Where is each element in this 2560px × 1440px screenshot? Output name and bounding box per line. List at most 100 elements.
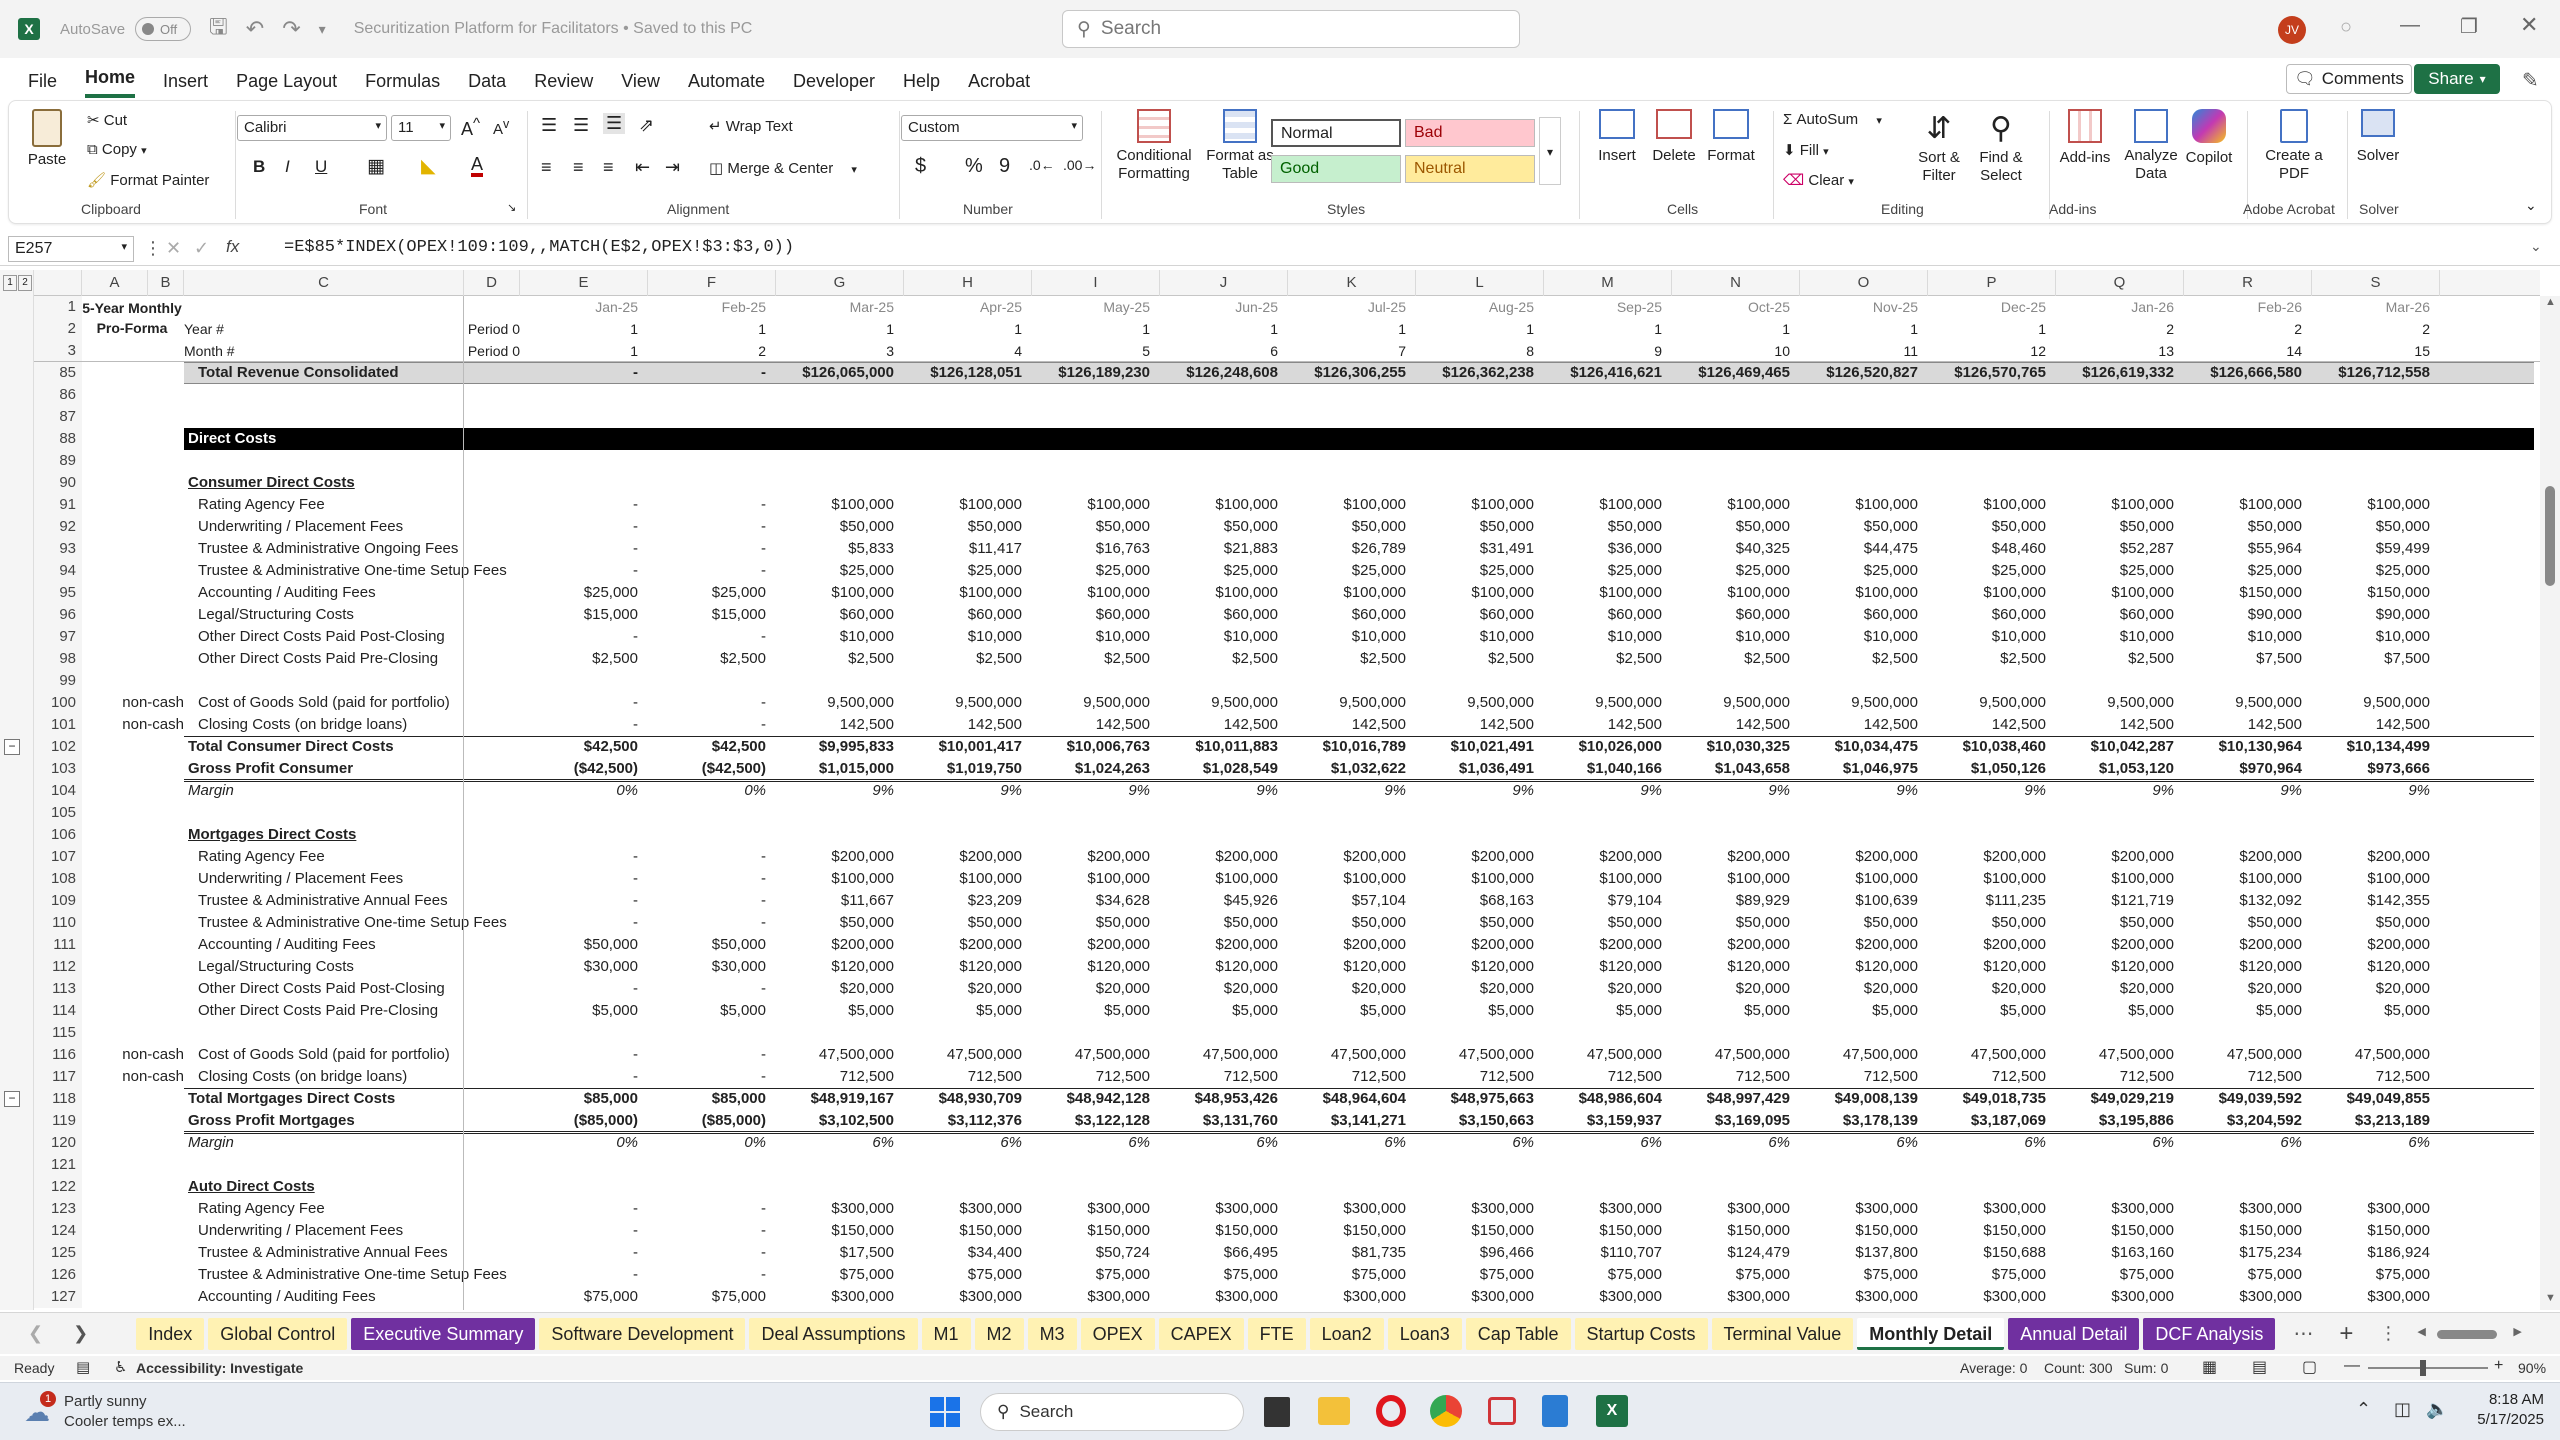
value-cell[interactable]: $100,000 xyxy=(904,868,1032,890)
styles-more-icon[interactable]: ▾ xyxy=(1539,117,1561,185)
orientation-icon[interactable]: ⇗ xyxy=(639,115,654,136)
period-value[interactable]: 1 xyxy=(776,318,904,340)
date-header[interactable]: Aug-25 xyxy=(1416,296,1544,318)
value-cell[interactable]: $50,000 xyxy=(1800,516,1928,538)
value-cell[interactable]: 47,500,000 xyxy=(1032,1044,1160,1066)
value-cell[interactable]: $16,763 xyxy=(1032,538,1160,560)
undo-icon[interactable]: ↶ xyxy=(246,16,264,42)
value-cell[interactable]: $3,187,069 xyxy=(1928,1110,2056,1132)
value-cell[interactable]: $3,141,271 xyxy=(1288,1110,1416,1132)
value-cell[interactable]: $17,500 xyxy=(776,1242,904,1264)
menu-home[interactable]: Home xyxy=(85,67,136,98)
value-cell[interactable]: $200,000 xyxy=(2056,934,2184,956)
value-cell[interactable]: $11,667 xyxy=(776,890,904,912)
value-cell[interactable]: $300,000 xyxy=(2312,1198,2440,1220)
value-cell[interactable]: $20,000 xyxy=(904,978,1032,1000)
row-label[interactable]: Other Direct Costs Paid Post-Closing xyxy=(184,626,464,648)
number-format-select[interactable]: Custom ▾ xyxy=(901,115,1083,141)
row-header[interactable]: 3 xyxy=(34,340,82,362)
period-value[interactable]: 4 xyxy=(904,340,1032,362)
scroll-thumb[interactable] xyxy=(2545,486,2555,586)
value-cell[interactable]: $50,000 xyxy=(1928,912,2056,934)
value-cell[interactable]: $48,964,604 xyxy=(1288,1088,1416,1110)
value-cell[interactable]: $100,000 xyxy=(1672,494,1800,516)
value-cell[interactable]: $150,000 xyxy=(2184,1220,2312,1242)
value-cell[interactable]: $48,930,709 xyxy=(904,1088,1032,1110)
collapse-ribbon-icon[interactable]: ✎ xyxy=(2522,68,2539,93)
period-value[interactable]: 2 xyxy=(2056,318,2184,340)
value-cell[interactable]: $200,000 xyxy=(1544,934,1672,956)
normal-view-icon[interactable]: ▦ xyxy=(2202,1357,2217,1377)
value-cell[interactable]: $50,000 xyxy=(776,516,904,538)
value-cell[interactable]: 712,500 xyxy=(1928,1066,2056,1088)
value-cell[interactable]: $20,000 xyxy=(1160,978,1288,1000)
value-cell[interactable]: $200,000 xyxy=(2056,846,2184,868)
period-value[interactable]: 2 xyxy=(2312,318,2440,340)
row-header[interactable]: 116 xyxy=(34,1044,82,1066)
value-cell[interactable]: $20,000 xyxy=(2312,978,2440,1000)
value-cell[interactable]: 47,500,000 xyxy=(1672,1044,1800,1066)
row-label[interactable]: Closing Costs (on bridge loans) xyxy=(184,714,464,736)
sheet-tab-m2[interactable]: M2 xyxy=(974,1317,1024,1350)
value-cell[interactable]: $48,986,604 xyxy=(1544,1088,1672,1110)
value-cell[interactable]: - xyxy=(648,912,776,934)
value-cell[interactable]: $30,000 xyxy=(648,956,776,978)
solver-button[interactable]: Solver xyxy=(2351,109,2405,164)
value-cell[interactable]: $2,500 xyxy=(1032,648,1160,670)
sheet-tab-dcf-analysis[interactable]: DCF Analysis xyxy=(2143,1317,2276,1350)
value-cell[interactable]: $7,500 xyxy=(2184,648,2312,670)
value-cell[interactable]: - xyxy=(520,1264,648,1286)
addins-button[interactable]: Add-ins xyxy=(2055,109,2115,166)
copilot-button[interactable]: Copilot xyxy=(2179,109,2239,166)
value-cell[interactable]: $5,000 xyxy=(1928,1000,2056,1022)
value-cell[interactable]: 6% xyxy=(1416,1132,1544,1154)
outline-level-2-button[interactable]: 2 xyxy=(18,275,32,291)
value-cell[interactable]: $5,000 xyxy=(648,1000,776,1022)
value-cell[interactable]: $120,000 xyxy=(776,956,904,978)
value-cell[interactable]: $10,000 xyxy=(1416,626,1544,648)
sheet-tab-monthly-detail[interactable]: Monthly Detail xyxy=(1857,1317,2005,1350)
value-cell[interactable]: $1,040,166 xyxy=(1544,758,1672,780)
value-cell[interactable]: $66,495 xyxy=(1160,1242,1288,1264)
value-cell[interactable]: $120,000 xyxy=(1928,956,2056,978)
value-cell[interactable]: $81,735 xyxy=(1288,1242,1416,1264)
delete-cells-button[interactable]: Delete xyxy=(1649,109,1699,164)
value-cell[interactable]: $120,000 xyxy=(1544,956,1672,978)
value-cell[interactable]: $75,000 xyxy=(1032,1264,1160,1286)
value-cell[interactable]: $100,000 xyxy=(1288,582,1416,604)
borders-icon[interactable]: ▦ xyxy=(367,155,385,178)
row-header[interactable]: 99 xyxy=(34,670,82,692)
row-header[interactable]: 87 xyxy=(34,406,82,428)
value-cell[interactable]: $200,000 xyxy=(776,846,904,868)
zoom-slider-thumb[interactable] xyxy=(2420,1360,2426,1376)
value-cell[interactable]: $48,997,429 xyxy=(1672,1088,1800,1110)
value-cell[interactable]: 6% xyxy=(2184,1132,2312,1154)
value-cell[interactable]: $25,000 xyxy=(1928,560,2056,582)
value-cell[interactable]: 47,500,000 xyxy=(904,1044,1032,1066)
row-label[interactable]: Other Direct Costs Paid Pre-Closing xyxy=(184,1000,464,1022)
value-cell[interactable]: $200,000 xyxy=(904,934,1032,956)
period-value[interactable]: 8 xyxy=(1416,340,1544,362)
value-cell[interactable]: $100,000 xyxy=(2056,494,2184,516)
value-cell[interactable]: $1,043,658 xyxy=(1672,758,1800,780)
value-cell[interactable]: $50,724 xyxy=(1032,1242,1160,1264)
date-header[interactable]: Dec-25 xyxy=(1928,296,2056,318)
value-cell[interactable]: $2,500 xyxy=(776,648,904,670)
value-cell[interactable]: $3,122,128 xyxy=(1032,1110,1160,1132)
value-cell[interactable]: $300,000 xyxy=(2056,1198,2184,1220)
value-cell[interactable]: $21,883 xyxy=(1160,538,1288,560)
value-cell[interactable]: 142,500 xyxy=(2056,714,2184,736)
value-cell[interactable]: $60,000 xyxy=(2056,604,2184,626)
value-cell[interactable]: - xyxy=(648,516,776,538)
value-cell[interactable]: $1,015,000 xyxy=(776,758,904,780)
value-cell[interactable]: 9,500,000 xyxy=(1544,692,1672,714)
value-cell[interactable]: $300,000 xyxy=(1160,1286,1288,1308)
align-top-icon[interactable]: ☰ xyxy=(541,115,557,136)
search-box[interactable]: ⚲ Search xyxy=(1062,10,1520,48)
row-label[interactable]: Trustee & Administrative Ongoing Fees xyxy=(184,538,464,560)
value-cell[interactable]: $100,000 xyxy=(2056,582,2184,604)
value-cell[interactable]: 9,500,000 xyxy=(1928,692,2056,714)
paste-button[interactable]: Paste xyxy=(25,109,69,168)
value-cell[interactable]: $10,011,883 xyxy=(1160,736,1288,758)
value-cell[interactable]: 9% xyxy=(1032,780,1160,802)
